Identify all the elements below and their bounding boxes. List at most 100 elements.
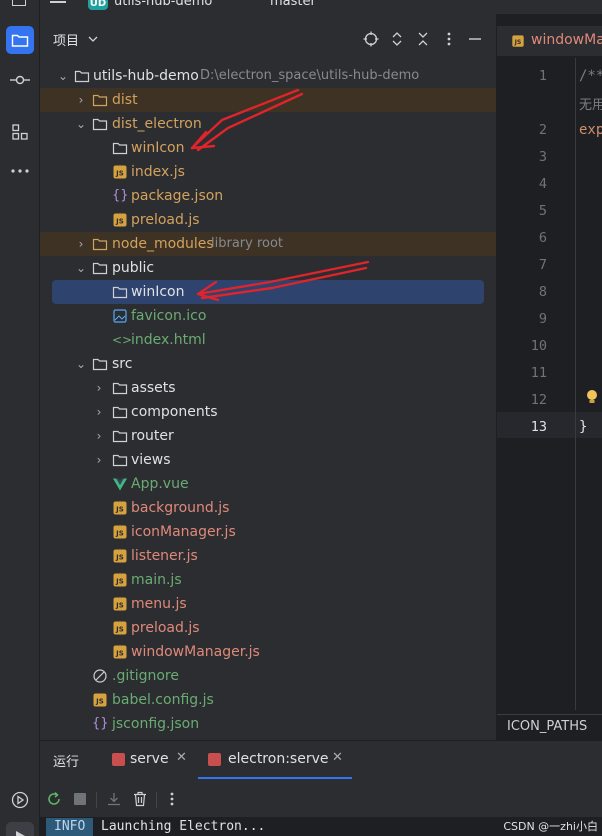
scroll-to-end-icon[interactable]: [104, 789, 124, 809]
editor-tab-strip: JS windowMa: [497, 26, 602, 56]
tree-row[interactable]: JS main.js: [40, 568, 496, 592]
panel-title[interactable]: 项目: [53, 30, 79, 49]
code-comment[interactable]: /**: [579, 68, 602, 84]
more-tools-button[interactable]: [6, 157, 34, 185]
tree-row[interactable]: › router: [40, 424, 496, 448]
line-number: 4: [538, 176, 547, 192]
line-number: 9: [538, 311, 547, 327]
code-comment-text[interactable]: 无用: [579, 94, 602, 113]
tree-item-label: preload.js: [131, 212, 200, 228]
run-tab-electron-serve[interactable]: electron:serve ✕: [198, 741, 352, 779]
line-number: 6: [538, 230, 547, 246]
structure-view-button[interactable]: [6, 118, 34, 146]
js-file-icon: JS: [113, 525, 127, 539]
tree-row[interactable]: JS windowManager.js: [40, 640, 496, 664]
line-number: 12: [530, 392, 547, 408]
chevron-right-icon[interactable]: ›: [92, 448, 106, 472]
tree-row-root[interactable]: ⌄ utils-hub-demo D:\electron_space\utils…: [40, 64, 496, 88]
editor-tab-windowmanager[interactable]: windowMa: [531, 32, 602, 48]
tree-row[interactable]: winIcon: [40, 136, 496, 160]
tree-row[interactable]: › components: [40, 400, 496, 424]
project-view-button[interactable]: [6, 26, 34, 54]
app-menu-icon[interactable]: [12, 0, 26, 6]
svg-text:JS: JS: [115, 218, 124, 226]
code-closing-brace[interactable]: }: [579, 419, 587, 435]
tree-row[interactable]: ⌄ public: [40, 256, 496, 280]
line-number: 10: [530, 338, 547, 354]
commit-view-button[interactable]: [6, 66, 34, 94]
stop-icon[interactable]: [70, 789, 90, 809]
close-icon[interactable]: ✕: [176, 750, 187, 765]
tree-row[interactable]: › node_modules library root: [40, 232, 496, 256]
root-path: D:\electron_space\utils-hub-demo: [200, 68, 420, 83]
tree-row[interactable]: JS iconManager.js: [40, 520, 496, 544]
chevron-down-icon[interactable]: ⌄: [74, 352, 88, 376]
chevron-down-icon[interactable]: ⌄: [56, 64, 70, 88]
tree-row[interactable]: JS preload.js: [40, 616, 496, 640]
folder-icon: [112, 382, 128, 395]
tree-row[interactable]: › views: [40, 448, 496, 472]
tree-item-label: assets: [131, 380, 176, 396]
tree-row-selected[interactable]: winIcon: [40, 280, 496, 304]
branch-selector[interactable]: master: [270, 0, 316, 9]
options-icon[interactable]: [438, 28, 460, 50]
tree-row[interactable]: › dist: [40, 88, 496, 112]
editor-breadcrumb[interactable]: ICON_PATHS: [497, 714, 602, 740]
code-export[interactable]: exp: [579, 122, 602, 138]
svg-text:JS: JS: [115, 170, 124, 178]
ignore-file-icon: [93, 669, 107, 683]
chevron-down-icon[interactable]: ⌄: [74, 112, 88, 136]
tree-row[interactable]: {} package.json: [40, 184, 496, 208]
collapse-all-icon[interactable]: [412, 28, 434, 50]
tree-row[interactable]: <> index.html: [40, 328, 496, 352]
tree-row[interactable]: JS background.js: [40, 496, 496, 520]
locate-icon[interactable]: [360, 28, 382, 50]
tree-row[interactable]: App.vue: [40, 472, 496, 496]
tree-row[interactable]: JS listener.js: [40, 544, 496, 568]
tree-row[interactable]: JS menu.js: [40, 592, 496, 616]
project-selector[interactable]: utils-hub-demo: [114, 0, 212, 9]
chevron-right-icon[interactable]: ›: [92, 424, 106, 448]
rerun-icon[interactable]: [44, 789, 64, 809]
svg-text:JS: JS: [115, 626, 124, 634]
tree-row[interactable]: JS babel.config.js: [40, 688, 496, 712]
vue-file-icon: [113, 478, 127, 491]
tree-row[interactable]: ⌄ dist_electron: [40, 112, 496, 136]
chevron-right-icon[interactable]: ›: [92, 376, 106, 400]
folder-icon: [92, 118, 108, 131]
chevron-down-icon[interactable]: ⌄: [74, 256, 88, 280]
chevron-right-icon[interactable]: ›: [74, 232, 88, 256]
js-file-icon: JS: [93, 693, 107, 707]
run-tab-serve[interactable]: serve ✕: [108, 741, 196, 779]
tree-item-label: background.js: [131, 500, 230, 516]
js-file-icon: JS: [113, 165, 127, 179]
hide-panel-icon[interactable]: [464, 28, 486, 50]
tree-row[interactable]: .gitignore: [40, 664, 496, 688]
tree-row[interactable]: {} jsconfig.json: [40, 712, 496, 736]
svg-text:JS: JS: [115, 506, 124, 514]
tree-row[interactable]: favicon.ico: [40, 304, 496, 328]
folder-icon: [112, 286, 128, 299]
expand-all-icon[interactable]: [386, 28, 408, 50]
toolbar-separator: [156, 792, 157, 808]
tree-item-label: index.html: [131, 332, 206, 348]
services-view-button[interactable]: [6, 786, 34, 814]
trash-icon[interactable]: [130, 789, 150, 809]
toolbar-separator: [96, 792, 97, 808]
close-icon[interactable]: ✕: [332, 750, 343, 765]
tree-row[interactable]: JS index.js: [40, 160, 496, 184]
chevron-right-icon[interactable]: ›: [74, 88, 88, 112]
more-icon[interactable]: [162, 789, 182, 809]
chevron-down-icon[interactable]: [82, 28, 104, 50]
tree-row[interactable]: › assets: [40, 376, 496, 400]
chevron-right-icon[interactable]: ›: [92, 400, 106, 424]
run-panel: 运行 serve ✕ electron:serve ✕ INFO Launchi…: [40, 740, 602, 836]
tree-item-label: src: [112, 356, 133, 372]
tree-row[interactable]: ⌄ src: [40, 352, 496, 376]
image-file-icon: [113, 309, 127, 323]
lightbulb-icon[interactable]: [586, 389, 598, 405]
tree-row[interactable]: JS preload.js: [40, 208, 496, 232]
title-bar: UD utils-hub-demo master: [40, 0, 602, 14]
run-view-button[interactable]: [6, 822, 34, 836]
tree-item-label: winIcon: [131, 140, 185, 156]
